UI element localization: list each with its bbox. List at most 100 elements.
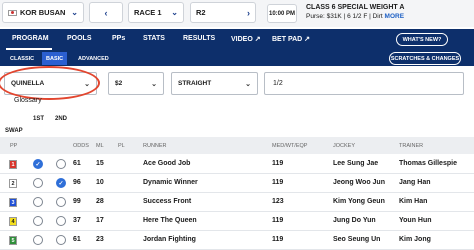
tab-pools[interactable]: POOLS (67, 35, 92, 42)
pp-badge: 2 (9, 179, 17, 188)
prev-race-button[interactable]: ‹ (89, 2, 123, 23)
second-radio[interactable] (56, 216, 66, 226)
chevron-left-icon: ‹ (104, 7, 108, 18)
ml-value: 10 (96, 179, 104, 186)
jockey-name: Jung Do Yun (333, 217, 376, 224)
subtab-classic[interactable]: CLASSIC (6, 52, 38, 65)
table-row[interactable]: 3 99 28 Success Front 123 Kim Yong Geun … (0, 193, 474, 212)
weight-value: 119 (272, 179, 284, 186)
tab-bet-pad[interactable]: BET PAD ↗ (272, 35, 310, 43)
table-row[interactable]: 2 ✓ 96 10 Dynamic Winner 119 Jeong Woo J… (0, 174, 474, 193)
col-trainer: TRAINER (399, 143, 424, 149)
pp-badge: 5 (9, 236, 17, 245)
runner-name[interactable]: Dynamic Winner (143, 179, 198, 186)
ml-value: 15 (96, 160, 104, 167)
ml-value: 28 (96, 198, 104, 205)
main-nav: PROGRAM POOLS PPs STATS RESULTS VIDEO ↗ … (0, 29, 474, 50)
runner-name[interactable]: Success Front (143, 198, 191, 205)
glossary-link[interactable]: Glossary (14, 97, 42, 104)
jockey-name: Lee Sung Jae (333, 160, 379, 167)
race-info: CLASS 6 SPECIAL WEIGHT A Purse: $31K | 6… (306, 3, 404, 21)
trainer-name: Kim Jong (399, 236, 431, 243)
race-select[interactable]: RACE 1 ⌄ (128, 2, 184, 23)
track-label: KOR BUSAN (20, 8, 66, 17)
trainer-name: Youn Hun (399, 217, 432, 224)
second-radio[interactable] (56, 159, 66, 169)
odds-value: 37 (73, 217, 81, 224)
table-row[interactable]: 4 37 17 Here The Queen 119 Jung Do Yun Y… (0, 212, 474, 231)
tab-video[interactable]: VIDEO ↗ (231, 35, 261, 43)
first-radio[interactable] (33, 178, 43, 188)
chevron-right-icon: › (247, 7, 250, 18)
odds-value: 99 (73, 198, 81, 205)
r2-button[interactable]: R2 › (190, 2, 256, 23)
first-col-header: 1ST (33, 116, 45, 122)
chevron-down-icon: ⌄ (71, 8, 78, 17)
race-class: CLASS 6 SPECIAL WEIGHT A (306, 4, 405, 11)
ml-value: 23 (96, 236, 104, 243)
odds-value: 61 (73, 236, 81, 243)
tab-pps[interactable]: PPs (112, 35, 125, 42)
trainer-name: Thomas Gillespie (399, 160, 457, 167)
race-label: RACE 1 (134, 8, 162, 17)
tab-program[interactable]: PROGRAM (12, 35, 49, 42)
first-radio[interactable]: ✓ (33, 159, 43, 169)
pp-badge: 4 (9, 217, 17, 226)
runner-name[interactable]: Here The Queen (143, 217, 197, 224)
tab-stats[interactable]: STATS (143, 35, 165, 42)
subtab-advanced[interactable]: ADVANCED (74, 52, 113, 65)
chevron-down-icon: ⌄ (151, 80, 157, 88)
first-radio[interactable] (33, 235, 43, 245)
col-runner: RUNNER (143, 143, 167, 149)
chevron-down-icon: ⌄ (245, 80, 251, 88)
second-col-header: 2ND (55, 116, 68, 122)
weight-value: 119 (272, 217, 284, 224)
track-select[interactable]: KOR BUSAN ⌄ (2, 2, 84, 23)
modifier-select[interactable]: STRAIGHT ⌄ (171, 72, 258, 95)
odds-value: 96 (73, 179, 81, 186)
jockey-name: Jeong Woo Jun (333, 179, 385, 186)
amount-select[interactable]: $2 ⌄ (108, 72, 164, 95)
weight-value: 123 (272, 198, 284, 205)
flag-icon (8, 9, 17, 16)
table-row[interactable]: 1 ✓ 61 15 Ace Good Job 119 Lee Sung Jae … (0, 155, 474, 174)
second-radio[interactable]: ✓ (56, 178, 66, 188)
pp-badge: 1 (9, 160, 17, 169)
more-link[interactable]: MORE (385, 13, 405, 20)
second-radio[interactable] (56, 235, 66, 245)
first-radio[interactable] (33, 216, 43, 226)
weight-value: 119 (272, 236, 284, 243)
trainer-name: Jang Han (399, 179, 431, 186)
jockey-name: Seo Seung Un (333, 236, 381, 243)
ml-value: 17 (96, 217, 104, 224)
col-pl: PL (118, 143, 125, 149)
chevron-down-icon: ⌄ (171, 8, 178, 17)
swap-button[interactable]: SWAP (5, 128, 23, 134)
runner-name[interactable]: Ace Good Job (143, 160, 190, 167)
highlight-annotation (0, 66, 100, 100)
odds-value: 61 (73, 160, 81, 167)
first-radio[interactable] (33, 197, 43, 207)
runner-name[interactable]: Jordan Fighting (143, 236, 196, 243)
col-odds: ODDS (73, 143, 89, 149)
scratches-changes-button[interactable]: SCRATCHES & CHANGES (389, 52, 461, 65)
top-bar: KOR BUSAN ⌄ ‹ RACE 1 ⌄ R2 › 10:00 PM CLA… (0, 0, 474, 27)
col-ml: ML (96, 143, 104, 149)
whats-new-button[interactable]: WHAT'S NEW? (396, 33, 448, 46)
selection-input[interactable]: 1/2 (264, 72, 464, 95)
amount-value: $2 (115, 80, 123, 87)
subtab-basic[interactable]: BASIC (42, 52, 68, 65)
second-radio[interactable] (56, 197, 66, 207)
table-header: PP ODDS ML PL RUNNER MED/WT/EQP JOCKEY T… (0, 137, 474, 154)
pp-badge: 3 (9, 198, 17, 207)
tab-results[interactable]: RESULTS (183, 35, 215, 42)
r2-label: R2 (196, 8, 206, 17)
sub-nav: CLASSIC BASIC ADVANCED SCRATCHES & CHANG… (0, 50, 474, 66)
jockey-name: Kim Yong Geun (333, 198, 385, 205)
race-details: Purse: $31K | 6 1/2 F | Dirt (306, 13, 383, 20)
weight-value: 119 (272, 160, 284, 167)
table-row[interactable]: 5 61 23 Jordan Fighting 119 Seo Seung Un… (0, 231, 474, 250)
post-time-badge: 10:00 PM (267, 4, 297, 23)
trainer-name: Kim Han (399, 198, 428, 205)
col-med-wt-eqp: MED/WT/EQP (272, 143, 308, 149)
